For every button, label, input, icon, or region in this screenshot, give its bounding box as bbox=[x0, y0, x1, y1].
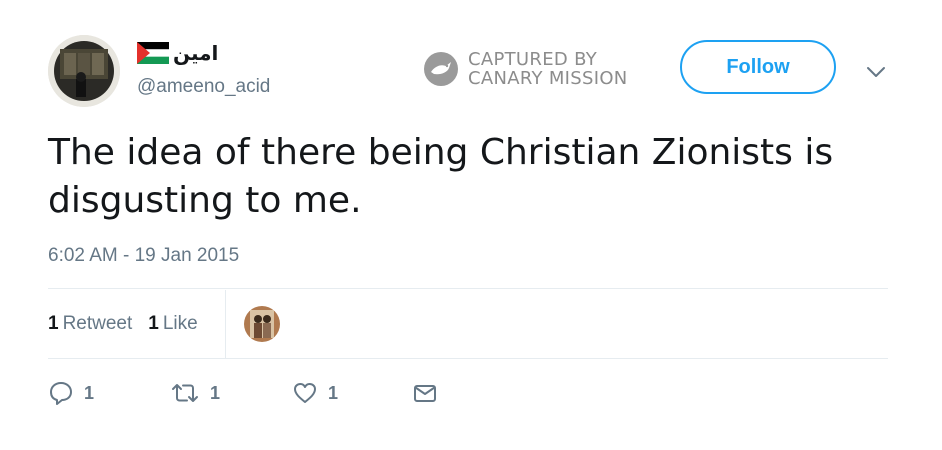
like-action[interactable]: 1 bbox=[292, 380, 338, 406]
retweet-count: 1 bbox=[210, 382, 221, 403]
user-display-name[interactable]: امين bbox=[137, 38, 218, 68]
direct-message-action[interactable] bbox=[412, 380, 438, 406]
retweet-stat-label: Retweet bbox=[62, 313, 133, 334]
tweet-timestamp[interactable]: 6:02 AM - 19 Jan 2015 bbox=[48, 245, 239, 267]
heart-icon bbox=[294, 383, 316, 403]
retweet-stat[interactable]: 1 Retweet bbox=[48, 313, 132, 335]
user-handle[interactable]: @ameeno_acid bbox=[137, 76, 270, 98]
envelope-icon bbox=[414, 385, 436, 402]
watermark-text: CAPTURED BY CANARY MISSION bbox=[468, 50, 628, 88]
like-stat-label: Like bbox=[162, 313, 198, 334]
watermark-line-2: CANARY MISSION bbox=[468, 68, 628, 89]
liker-avatar[interactable] bbox=[244, 306, 280, 342]
user-avatar[interactable] bbox=[48, 35, 120, 107]
tweet-card: امين @ameeno_acid CAPTURED BY CANARY MIS… bbox=[0, 0, 942, 450]
like-stat[interactable]: 1 Like bbox=[148, 313, 197, 335]
retweet-action[interactable]: 1 bbox=[170, 380, 220, 406]
retweet-stat-count: 1 bbox=[48, 313, 59, 334]
follow-button[interactable]: Follow bbox=[680, 40, 836, 94]
tweet-stats: 1 Retweet 1 Like bbox=[48, 313, 198, 335]
divider bbox=[48, 288, 888, 289]
watermark-line-1: CAPTURED BY bbox=[468, 49, 598, 70]
retweet-icon bbox=[172, 384, 198, 402]
stats-separator bbox=[225, 290, 226, 358]
reply-count: 1 bbox=[84, 382, 95, 403]
reply-action[interactable]: 1 bbox=[48, 380, 94, 406]
chevron-down-icon[interactable] bbox=[864, 60, 888, 84]
tweet-text: The idea of there being Christian Zionis… bbox=[48, 132, 834, 221]
canary-bird-icon bbox=[424, 52, 458, 86]
palestine-flag-emoji bbox=[137, 42, 169, 64]
display-name-text: امين bbox=[173, 41, 219, 65]
canary-mission-watermark: CAPTURED BY CANARY MISSION bbox=[423, 50, 628, 88]
divider bbox=[48, 358, 888, 359]
reply-icon bbox=[50, 382, 72, 405]
like-stat-count: 1 bbox=[148, 313, 159, 334]
like-count: 1 bbox=[328, 382, 339, 403]
